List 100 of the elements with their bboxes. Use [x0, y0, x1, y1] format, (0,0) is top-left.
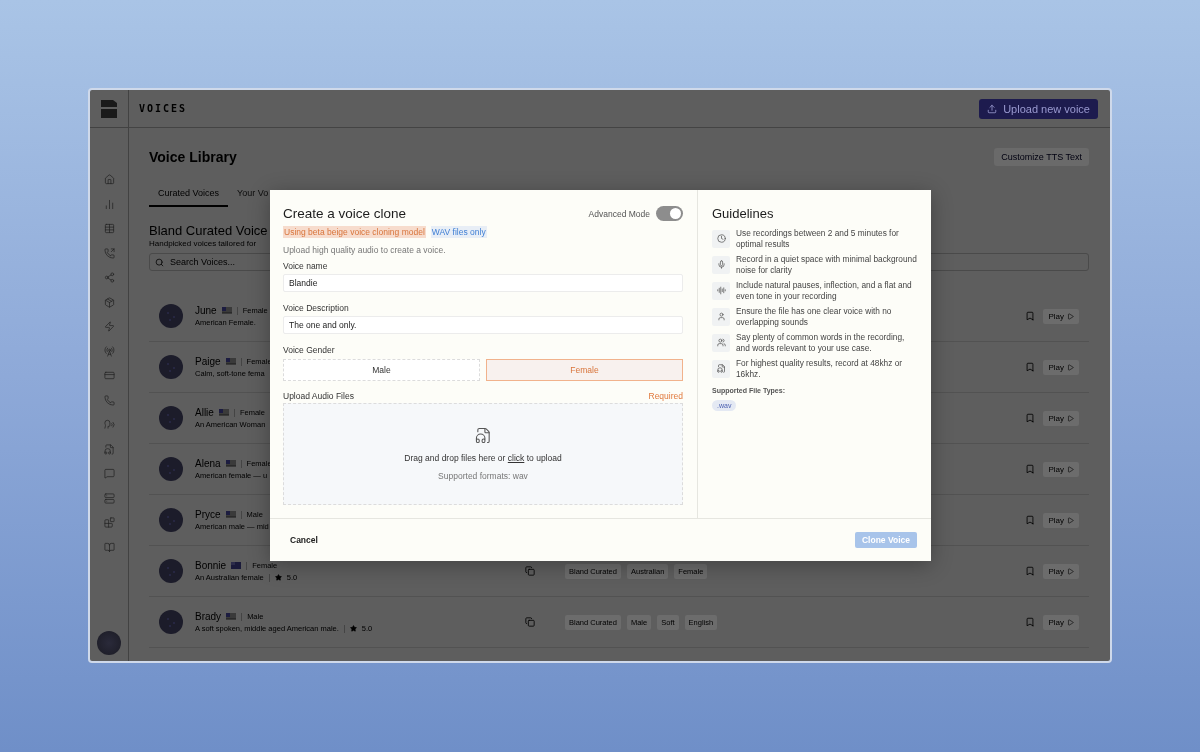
gender-option[interactable]: Male: [283, 359, 480, 381]
voice-name: Paige: [195, 356, 221, 367]
voice-name: Alena: [195, 458, 221, 469]
server-icon[interactable]: [103, 492, 115, 504]
customize-tts-button[interactable]: Customize TTS Text: [994, 148, 1089, 166]
required-label: Required: [648, 391, 683, 401]
bookmark-icon[interactable]: [1025, 362, 1036, 372]
voice-name: June: [195, 305, 217, 316]
blocks-icon[interactable]: [103, 517, 115, 528]
notice-badge: Using beta beige voice cloning model: [283, 226, 426, 238]
book-icon[interactable]: [103, 541, 115, 553]
guideline-text: Say plenty of common words in the recording, and words relevant to your use case.: [736, 332, 906, 353]
box-icon[interactable]: [103, 296, 115, 308]
person-icon: [712, 307, 730, 326]
credit-card-icon[interactable]: [103, 370, 115, 381]
radio-tower-icon[interactable]: [103, 345, 115, 357]
message-icon[interactable]: [103, 468, 115, 479]
field-label: Voice name: [283, 261, 329, 271]
guideline-text: For highest quality results, record at 48khz or 16khz.: [736, 358, 903, 379]
play-button[interactable]: Play: [1043, 461, 1079, 477]
play-icon: [1067, 465, 1074, 473]
star-icon: [274, 574, 282, 581]
play-button[interactable]: Play: [1043, 614, 1079, 630]
flag-icon: [226, 613, 237, 620]
bookmark-icon[interactable]: [1025, 311, 1036, 321]
upload-voice-button[interactable]: Upload new voice: [979, 98, 1098, 119]
play-button[interactable]: Play: [1043, 308, 1079, 324]
section-subtitle: Handpicked voices tailored for: [149, 239, 257, 248]
star-icon: [349, 625, 357, 632]
logo-icon[interactable]: [100, 98, 118, 119]
lightning-icon[interactable]: [103, 321, 115, 332]
flag-icon: [218, 409, 229, 416]
field-label: Voice Gender: [283, 345, 336, 355]
field-label: Upload Audio Files: [283, 391, 354, 401]
bookmark-icon[interactable]: [1025, 566, 1036, 576]
search-icon: [155, 258, 164, 267]
play-icon: [1067, 567, 1074, 575]
avatar-icon: [159, 508, 183, 532]
upload-prompt: Drag and drop files here or click to upload: [404, 453, 562, 463]
home-icon[interactable]: [103, 174, 115, 185]
avatar-icon: [159, 304, 183, 328]
dialog-title: Create a voice clone: [283, 206, 407, 221]
user-avatar[interactable]: [97, 631, 121, 655]
play-icon: [1067, 414, 1074, 422]
avatar-icon: [159, 355, 183, 379]
phone-icon[interactable]: [103, 394, 115, 406]
guidelines-title: Guidelines: [712, 206, 775, 221]
page-title: Voice Library: [149, 149, 237, 165]
table-icon[interactable]: [103, 223, 115, 234]
play-icon: [1067, 618, 1074, 626]
copy-icon[interactable]: [525, 617, 535, 627]
avatar-icon: [159, 457, 183, 481]
section-title: VOICES: [139, 103, 188, 114]
text-field[interactable]: The one and only.: [283, 316, 683, 334]
copy-icon[interactable]: [525, 566, 535, 576]
bar-chart-icon[interactable]: [103, 198, 115, 210]
bookmark-icon[interactable]: [1025, 413, 1036, 423]
upload-link[interactable]: click: [507, 453, 525, 463]
audio-file-icon: [712, 359, 730, 378]
play-button[interactable]: Play: [1043, 410, 1079, 426]
tab[interactable]: Your Vo: [228, 184, 278, 207]
file-audio-icon[interactable]: [103, 443, 115, 455]
tab[interactable]: Curated Voices: [149, 184, 229, 207]
play-button[interactable]: Play: [1043, 512, 1079, 528]
voice-name: Brady: [195, 611, 222, 622]
upload-dropzone[interactable]: Drag and drop files here or click to upload Supported formats: wav: [283, 403, 683, 505]
play-button[interactable]: Play: [1043, 359, 1079, 375]
dialog-intro: Upload high quality audio to create a voice.: [283, 245, 447, 255]
avatar-icon: [159, 406, 183, 430]
guideline-text: Ensure the file has one clear voice with no overlapping sounds: [736, 306, 893, 327]
voice-name: Pryce: [195, 509, 221, 520]
text-field[interactable]: Blandie: [283, 274, 683, 292]
bookmark-icon[interactable]: [1025, 617, 1036, 627]
play-icon: [1067, 363, 1074, 371]
flag-icon: [225, 511, 236, 518]
avatar-icon: [159, 559, 183, 583]
clock-icon: [712, 229, 730, 248]
microphone-icon: [712, 255, 730, 274]
upload-icon: [987, 103, 998, 114]
gender-option[interactable]: Female: [486, 359, 683, 381]
voice-name: Allie: [195, 407, 214, 418]
toggle-label: Advanced Mode: [588, 208, 650, 219]
advanced-mode-toggle[interactable]: [656, 206, 683, 221]
section-heading: Bland Curated Voice: [149, 223, 268, 238]
bookmark-icon[interactable]: [1025, 464, 1036, 474]
phone-outgoing-icon[interactable]: [103, 247, 115, 259]
avatar-icon: [159, 610, 183, 634]
field-label: Voice Description: [283, 303, 350, 313]
play-icon: [1067, 312, 1074, 320]
notice-badge: WAV files only: [430, 226, 487, 238]
guideline-text: Record in a quiet space with minimal background noise for clarity: [736, 254, 917, 275]
share-icon[interactable]: [103, 272, 115, 283]
cancel-button[interactable]: Cancel: [290, 533, 318, 547]
audio-wave-icon: [712, 281, 730, 300]
bookmark-icon[interactable]: [1025, 515, 1036, 525]
voice-name: Bonnie: [195, 560, 227, 571]
play-button[interactable]: Play: [1043, 563, 1079, 579]
speech-icon[interactable]: [103, 419, 115, 430]
guideline-text: Include natural pauses, inflection, and a flat and even tone in your recording: [736, 280, 913, 301]
audio-file-icon: [474, 427, 492, 444]
